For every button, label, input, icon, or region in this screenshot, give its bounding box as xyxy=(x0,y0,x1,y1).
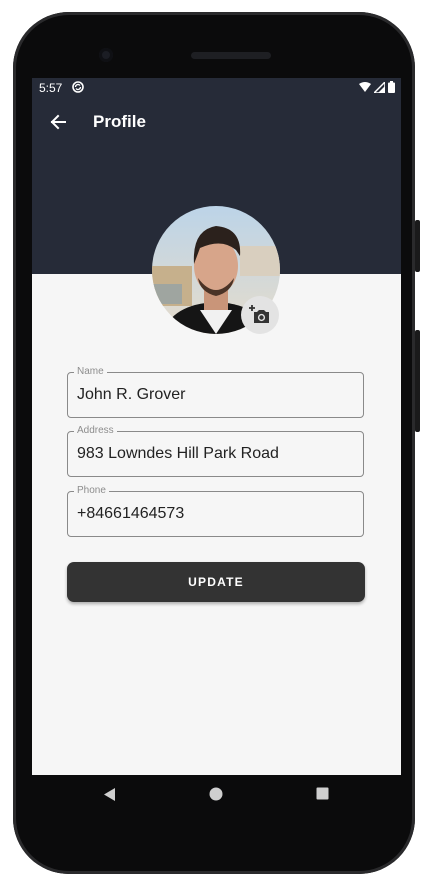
screen: 5:57 Profile Name John R. Grover Address… xyxy=(32,78,401,775)
phone-label: Phone xyxy=(74,485,109,497)
wifi-icon xyxy=(359,82,371,92)
status-icons xyxy=(359,81,395,93)
address-input[interactable] xyxy=(77,445,352,463)
phone-input[interactable] xyxy=(77,505,352,523)
nav-home-icon[interactable] xyxy=(209,787,223,801)
signal-icon xyxy=(374,81,385,93)
address-field[interactable]: Address xyxy=(67,425,364,477)
nav-back-icon[interactable] xyxy=(102,787,116,802)
update-button[interactable]: UPDATE xyxy=(67,562,365,602)
front-camera xyxy=(99,48,113,62)
sync-icon xyxy=(72,81,84,93)
change-photo-button[interactable] xyxy=(241,296,279,334)
phone-field[interactable]: Phone xyxy=(67,485,364,537)
name-field[interactable]: Name xyxy=(67,366,364,418)
battery-icon xyxy=(388,81,395,93)
name-label: Name xyxy=(74,366,107,378)
volume-button xyxy=(415,330,420,432)
name-input[interactable] xyxy=(77,386,352,404)
power-button xyxy=(415,220,420,272)
status-bar: 5:57 xyxy=(32,78,401,98)
add-photo-icon xyxy=(249,305,269,323)
back-arrow-icon xyxy=(50,114,66,130)
earpiece-speaker xyxy=(191,52,271,59)
back-button[interactable] xyxy=(44,108,72,136)
page-title: Profile xyxy=(93,112,146,131)
system-navigation-bar xyxy=(32,775,401,815)
status-time: 5:57 xyxy=(39,81,63,95)
address-label: Address xyxy=(74,425,117,437)
app-bar: Profile xyxy=(32,98,401,146)
nav-recents-icon[interactable] xyxy=(316,787,329,800)
